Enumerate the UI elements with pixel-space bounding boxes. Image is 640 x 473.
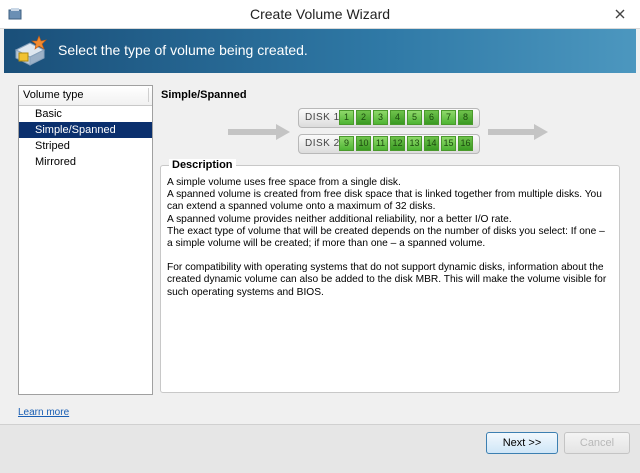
volume-type-list: Volume type Basic Simple/Spanned Striped… [18,85,153,395]
description-box: Description A simple volume uses free sp… [160,159,620,393]
volume-type-title: Simple/Spanned [161,89,247,101]
disk-block: 10 [356,136,371,151]
wizard-icon [14,35,47,66]
arrow-right-icon [228,124,290,140]
disk-2: DISK 2 9 10 11 12 13 14 15 16 [298,134,480,154]
disk-block: 12 [390,136,405,151]
cancel-button[interactable]: Cancel [564,432,630,454]
disk-block: 15 [441,136,456,151]
description-title: Description [169,159,236,171]
disk-block: 4 [390,110,405,125]
disk-block: 3 [373,110,388,125]
volume-type-header: Volume type [19,86,152,106]
description-note: For compatibility with operating systems… [167,262,607,298]
list-item-simple-spanned[interactable]: Simple/Spanned [19,122,152,138]
header-banner: Select the type of volume being created. [4,29,636,73]
arrow-right-icon [488,124,548,140]
learn-more-link[interactable]: Learn more [18,407,69,418]
disk-block: 1 [339,110,354,125]
disk-2-label: DISK 2 [305,138,340,149]
list-item-mirrored[interactable]: Mirrored [19,154,152,170]
close-icon [615,9,625,19]
disk-block: 11 [373,136,388,151]
description-line: The exact type of volume that will be cr… [167,225,605,250]
disk-block: 9 [339,136,354,151]
list-item-striped[interactable]: Striped [19,138,152,154]
disk-block: 13 [407,136,422,151]
banner-heading: Select the type of volume being created. [58,42,308,58]
description-line: A spanned volume is created from free di… [167,189,602,213]
disk-block: 14 [424,136,439,151]
volume-type-header-label: Volume type [23,89,84,101]
disk-block: 7 [441,110,456,125]
disk-1: DISK 1 1 2 3 4 5 6 7 8 [298,108,480,128]
list-item-basic[interactable]: Basic [19,106,152,122]
description-line: A simple volume uses free space from a s… [167,177,401,188]
window-title: Create Volume Wizard [249,6,391,22]
disk-1-label: DISK 1 [305,112,340,123]
description-text: A simple volume uses free space from a s… [167,177,613,299]
disk-block: 8 [458,110,473,125]
column-divider [148,88,149,102]
disk-block: 6 [424,110,439,125]
title-bar: Create Volume Wizard [0,0,640,29]
close-button[interactable] [608,4,632,24]
description-line: A spanned volume provides neither additi… [167,213,512,225]
disk-block: 2 [356,110,371,125]
disk-block: 5 [407,110,422,125]
next-button[interactable]: Next >> [486,432,558,454]
disk-block: 16 [458,136,473,151]
